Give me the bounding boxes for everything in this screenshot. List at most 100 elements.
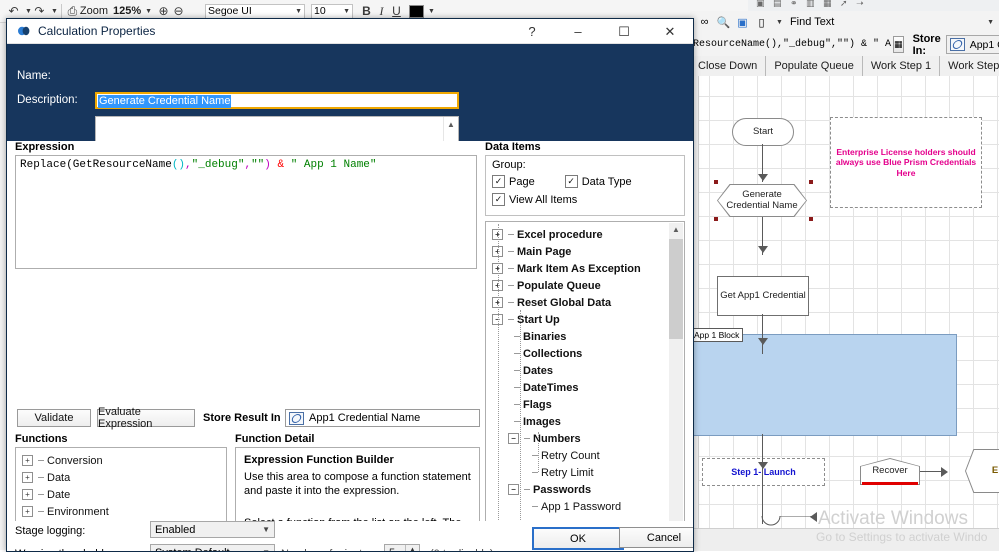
data-item-populate-queue[interactable]: +Populate Queue xyxy=(492,277,684,294)
zoom-page-icon[interactable]: ⎙ xyxy=(65,3,80,19)
marquee-select-icon[interactable]: ▯ xyxy=(753,14,770,30)
data-item-main-page[interactable]: +Main Page xyxy=(492,243,684,260)
name-label: Name: xyxy=(17,70,51,82)
collapse-icon[interactable]: − xyxy=(508,484,519,495)
data-items-scrollbar[interactable]: ▲ ▼ xyxy=(669,223,683,552)
function-node-data[interactable]: + Data xyxy=(22,469,226,486)
find-icon[interactable]: 🔍 xyxy=(715,14,732,30)
windows-activation-watermark-subtitle: Go to Settings to activate Windo xyxy=(816,530,987,544)
number-of-minutes-stepper[interactable]: 5 ▲▼ xyxy=(384,544,420,552)
flow-node-exception-partial[interactable]: E xyxy=(965,449,999,493)
find-toolbar-overflow-icon[interactable]: ▼ xyxy=(987,19,994,26)
chevron-down-icon[interactable]: ▼ xyxy=(776,19,783,26)
selection-handle[interactable] xyxy=(809,180,813,184)
selection-handle[interactable] xyxy=(714,217,718,221)
tree-dash xyxy=(524,438,530,439)
redo-icon[interactable]: ↷ xyxy=(32,3,47,19)
data-item-label: Main Page xyxy=(517,246,571,258)
expand-icon[interactable]: + xyxy=(22,489,33,500)
data-item-label: Collections xyxy=(523,348,582,360)
store-result-in-field[interactable]: App1 Credential Name xyxy=(285,409,480,427)
font-size-combo[interactable]: 10 ▼ xyxy=(311,4,353,19)
close-button[interactable]: ✕ xyxy=(647,19,693,44)
help-button[interactable]: ? xyxy=(509,19,555,44)
scroll-up-icon[interactable]: ▲ xyxy=(444,118,458,131)
function-node-conversion[interactable]: +Conversion xyxy=(22,452,226,469)
expression-editor[interactable]: Replace(GetResourceName(),"_debug","") &… xyxy=(15,155,477,269)
tree-guide-line xyxy=(538,432,539,472)
stage-logging-select[interactable]: Enabled ▼ xyxy=(150,521,275,538)
zoom-value[interactable]: 125% xyxy=(113,5,141,17)
calculation-properties-dialog[interactable]: Calculation Properties ? – ☐ ✕ Name: Des… xyxy=(6,18,694,552)
data-items-tree[interactable]: +Excel procedure +Main Page +Mark Item A… xyxy=(485,221,685,552)
selection-handle[interactable] xyxy=(809,217,813,221)
font-color-dropdown-icon[interactable]: ▼ xyxy=(428,8,435,15)
function-node-date[interactable]: +Date xyxy=(22,486,226,503)
warning-threshold-select[interactable]: System Default ▼ xyxy=(150,544,275,552)
tree-dash xyxy=(508,319,514,320)
tree-dash xyxy=(38,494,44,495)
store-in-field[interactable]: App1 Cre xyxy=(946,35,999,54)
underline-button[interactable]: U xyxy=(389,3,404,19)
group-page-checkbox[interactable]: ✓ xyxy=(492,175,505,188)
expression-bar-code[interactable]: ResourceName(),"_debug","") & " A xyxy=(693,39,891,50)
expand-icon[interactable]: + xyxy=(22,455,33,466)
expression-token: , xyxy=(185,159,192,171)
flow-node-generate-credential-name[interactable]: Generate Credential Name xyxy=(717,184,807,217)
secondary-toolbar-icons: ▣ ▤ ⚭ ▥ ▦ ➚ ➝ xyxy=(756,0,867,9)
function-node-label: Data xyxy=(47,472,70,484)
bold-button[interactable]: B xyxy=(359,3,374,19)
font-name-combo[interactable]: Segoe UI ▼ xyxy=(205,4,305,19)
expand-icon[interactable]: + xyxy=(22,506,33,517)
flow-node-recover[interactable]: Recover xyxy=(860,458,920,485)
flow-node-start[interactable]: Start xyxy=(732,118,794,146)
redo-dropdown-icon[interactable]: ▼ xyxy=(51,8,58,15)
calculator-icon[interactable]: ▦ xyxy=(893,36,904,53)
group-data-type-checkbox[interactable]: ✓ xyxy=(565,175,578,188)
tree-dash xyxy=(508,251,514,252)
expression-token: "" xyxy=(251,159,264,171)
expand-icon[interactable]: + xyxy=(22,472,33,483)
tab-work-step-2[interactable]: Work Step 2 xyxy=(940,56,999,76)
view-all-items-checkbox[interactable]: ✓ xyxy=(492,193,505,206)
validate-button[interactable]: Validate xyxy=(17,409,91,427)
evaluate-expression-button[interactable]: Evaluate Expression xyxy=(97,409,195,427)
warning-threshold-value: System Default xyxy=(155,547,230,552)
data-item-label: Flags xyxy=(523,399,552,411)
stage-logging-value: Enabled xyxy=(155,524,195,536)
zoom-in-icon[interactable]: ⊕ xyxy=(156,3,171,19)
note-enterprise-license[interactable]: Enterprise License holders should always… xyxy=(830,117,982,208)
font-color-swatch[interactable] xyxy=(409,5,424,18)
tab-work-step-1[interactable]: Work Step 1 xyxy=(863,56,940,76)
zoom-dropdown-icon[interactable]: ▼ xyxy=(145,8,152,15)
function-node-environment[interactable]: +Environment xyxy=(22,503,226,520)
zoom-out-icon[interactable]: ⊖ xyxy=(171,3,186,19)
cancel-button[interactable]: Cancel xyxy=(619,527,694,548)
process-diagram-canvas[interactable]: Start Generate Credential Name Get App1 … xyxy=(690,76,999,550)
link-icon[interactable]: ∞ xyxy=(696,14,713,30)
dialog-title-bar[interactable]: Calculation Properties ? – ☐ ✕ xyxy=(7,19,693,44)
undo-dropdown-icon[interactable]: ▼ xyxy=(25,8,32,15)
diagram-block-app1[interactable] xyxy=(690,334,957,436)
ok-button[interactable]: OK xyxy=(532,527,624,550)
name-input[interactable]: Generate Credential Name xyxy=(95,92,459,109)
maximize-button[interactable]: ☐ xyxy=(601,19,647,44)
undo-icon[interactable]: ↶ xyxy=(6,3,21,19)
data-item-excel-procedure[interactable]: +Excel procedure xyxy=(492,226,684,243)
selection-handle[interactable] xyxy=(714,180,718,184)
flow-node-get-app1-credential[interactable]: Get App1 Credential xyxy=(717,276,809,316)
italic-button[interactable]: I xyxy=(374,3,389,19)
tab-populate-queue[interactable]: Populate Queue xyxy=(766,56,863,76)
stepper-arrows-icon[interactable]: ▲▼ xyxy=(405,545,419,552)
minimize-button[interactable]: – xyxy=(555,19,601,44)
tab-close-down[interactable]: Close Down xyxy=(690,56,766,76)
tree-dash xyxy=(508,302,514,303)
data-item-label: Start Up xyxy=(517,314,560,326)
data-item-reset-global-data[interactable]: +Reset Global Data xyxy=(492,294,684,311)
scroll-up-icon[interactable]: ▲ xyxy=(669,223,683,236)
scrollbar-thumb[interactable] xyxy=(669,239,683,339)
data-item-mark-item-as-exception[interactable]: +Mark Item As Exception xyxy=(492,260,684,277)
panel-icon[interactable]: ▣ xyxy=(734,14,751,30)
data-item-label: Dates xyxy=(523,365,553,377)
collapse-icon[interactable]: − xyxy=(508,433,519,444)
